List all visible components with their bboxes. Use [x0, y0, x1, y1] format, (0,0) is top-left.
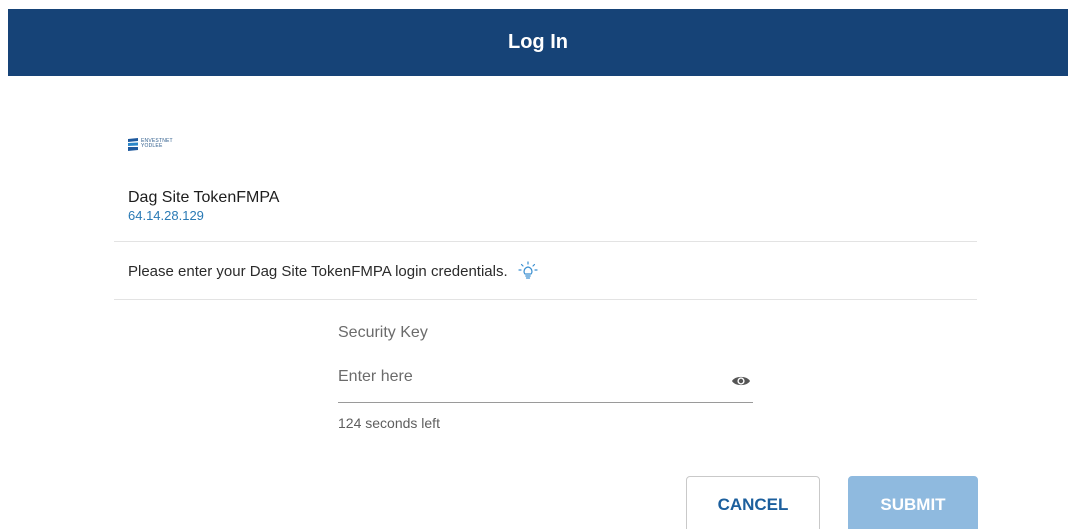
site-address: 64.14.28.129	[128, 208, 204, 223]
timer-text: 124 seconds left	[338, 415, 440, 431]
security-key-field	[338, 360, 753, 403]
eye-icon[interactable]	[731, 374, 751, 388]
security-key-label: Security Key	[338, 324, 428, 341]
envestnet-yodlee-logo-icon	[128, 137, 138, 151]
logo-line-yodlee: YODLEE	[141, 143, 163, 149]
divider-top	[114, 241, 977, 242]
logo-wordmark: ENVESTNET YODLEE	[141, 139, 173, 149]
lightbulb-icon[interactable]	[518, 261, 538, 281]
header-bar: Log In	[8, 9, 1068, 76]
submit-button[interactable]: SUBMIT	[848, 476, 978, 529]
login-page: Log In ENVESTNET YODLEE Dag Site TokenFM…	[0, 0, 1068, 529]
divider-bottom	[114, 299, 977, 300]
page-title: Log In	[508, 31, 568, 53]
cancel-button[interactable]: CANCEL	[686, 476, 820, 529]
site-name: Dag Site TokenFMPA	[128, 189, 280, 206]
provider-logo: ENVESTNET YODLEE	[128, 137, 173, 151]
instructions-row: Please enter your Dag Site TokenFMPA log…	[128, 261, 538, 281]
instructions-text: Please enter your Dag Site TokenFMPA log…	[128, 262, 508, 280]
security-key-input[interactable]	[338, 362, 718, 392]
